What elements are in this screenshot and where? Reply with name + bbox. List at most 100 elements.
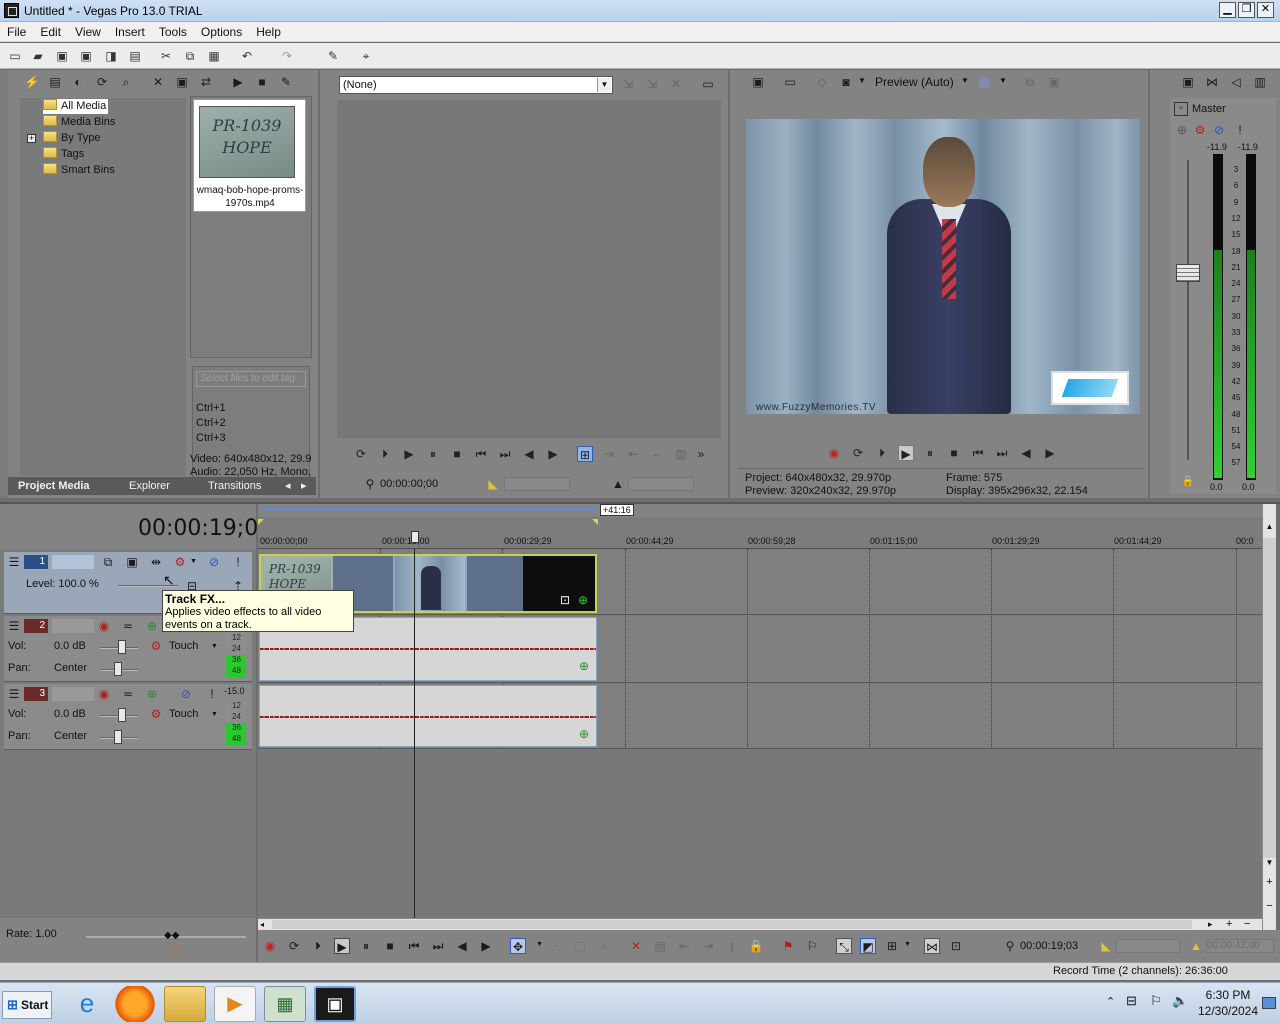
master-solo-icon[interactable]: ǃ bbox=[1232, 122, 1248, 138]
track-name-field[interactable] bbox=[52, 687, 94, 701]
project-properties-icon[interactable]: ▣ bbox=[750, 74, 766, 90]
main-go-start-icon[interactable]: ⏮ bbox=[406, 938, 422, 954]
playhead-handle[interactable] bbox=[411, 531, 419, 543]
tab-scroll-left-icon[interactable]: ◂ bbox=[285, 478, 291, 494]
import-media-icon[interactable]: ⚡ bbox=[24, 74, 40, 90]
preview-pause-icon[interactable]: ⏸ bbox=[922, 445, 938, 461]
downmix-icon[interactable]: ⋈ bbox=[1204, 74, 1220, 90]
menu-help[interactable]: Help bbox=[249, 22, 288, 40]
tools-dropdown-icon[interactable]: ✎ bbox=[278, 74, 294, 90]
vegas-app-icon[interactable] bbox=[4, 3, 19, 18]
auto-ripple-icon[interactable]: ⤡ bbox=[836, 938, 852, 954]
menu-edit[interactable]: Edit bbox=[33, 22, 68, 40]
vol-knob[interactable] bbox=[118, 640, 126, 654]
auto-preview-icon[interactable]: ⇄ bbox=[198, 74, 214, 90]
tab-scroll-right-icon[interactable]: ▸ bbox=[301, 478, 307, 494]
task-manager-icon[interactable]: ▦ bbox=[264, 986, 306, 1022]
remove-icon[interactable]: ✕ bbox=[150, 74, 166, 90]
mode-chevron-icon[interactable]: ▼ bbox=[211, 643, 218, 650]
preview-prev-frame-icon[interactable]: ◀ bbox=[1018, 445, 1034, 461]
file-explorer-icon[interactable] bbox=[164, 986, 206, 1022]
video-fx-icon[interactable]: ◇ bbox=[814, 74, 830, 90]
hscroll-right-icon[interactable]: ▸ bbox=[1208, 919, 1213, 930]
vscroll-thumb[interactable] bbox=[1263, 538, 1276, 858]
add-end-icon[interactable]: ⇥ bbox=[601, 446, 617, 462]
add-before-icon[interactable]: ⇤ bbox=[625, 446, 641, 462]
play-from-start-icon[interactable]: ⏵ bbox=[377, 446, 393, 462]
mute-icon[interactable]: ⊘ bbox=[178, 686, 194, 702]
zoom-in-icon[interactable]: + bbox=[1263, 876, 1276, 890]
event-pan-crop-icon[interactable]: ⊡ bbox=[557, 592, 573, 608]
get-media-web-icon[interactable]: ◐ bbox=[70, 74, 86, 90]
go-to-start-icon[interactable]: ⏮ bbox=[473, 446, 489, 462]
automation-mode-icon[interactable]: ⚙ bbox=[148, 638, 164, 654]
volume-icon[interactable]: 🔈 bbox=[1172, 993, 1188, 1009]
overlays-chevron-icon[interactable]: ▼ bbox=[999, 76, 1007, 85]
trim-end-icon[interactable]: ⇥ bbox=[700, 938, 716, 954]
master-mute-icon[interactable]: ⊘ bbox=[1211, 122, 1227, 138]
ie-icon[interactable]: e bbox=[66, 986, 108, 1022]
trimmer-display[interactable] bbox=[337, 100, 721, 438]
cursor-time-display[interactable]: 00:00:19;03 bbox=[138, 516, 272, 541]
menu-insert[interactable]: Insert bbox=[108, 22, 152, 40]
main-prev-frame-icon[interactable]: ◀ bbox=[454, 938, 470, 954]
event-fx-icon[interactable]: ⊕ bbox=[576, 658, 592, 674]
start-button[interactable]: ⊞ Start bbox=[2, 991, 52, 1019]
scroll-down-icon[interactable]: ▼ bbox=[1263, 858, 1276, 872]
track-fx-chevron-icon[interactable]: ▼ bbox=[190, 558, 197, 565]
action-center-flag-icon[interactable]: ⚐ bbox=[1150, 993, 1162, 1009]
insert-region-icon[interactable]: ⚐ bbox=[804, 938, 820, 954]
track-fx-icon[interactable]: ⚙ bbox=[172, 554, 188, 570]
trimmer-combo[interactable]: (None) ▼ bbox=[339, 76, 613, 94]
pan-knob[interactable] bbox=[114, 730, 122, 744]
main-stop-icon[interactable]: ■ bbox=[382, 938, 398, 954]
render-icon[interactable]: ◨ bbox=[102, 47, 120, 65]
preview-next-frame-icon[interactable]: ▶ bbox=[1042, 445, 1058, 461]
dim-output-icon[interactable]: ◁ bbox=[1228, 74, 1244, 90]
stop-icon[interactable]: ■ bbox=[449, 446, 465, 462]
add-to-timeline-button-icon[interactable]: ⊞ bbox=[577, 446, 593, 462]
save-icon[interactable]: ▣ bbox=[53, 47, 71, 65]
overlays-icon[interactable]: ▦ bbox=[976, 74, 992, 90]
copy-snapshot-icon[interactable]: ⧉ bbox=[1022, 74, 1038, 90]
prev-frame-icon[interactable]: ◀ bbox=[521, 446, 537, 462]
split-icon[interactable]: ⫲ bbox=[724, 938, 740, 954]
main-pause-icon[interactable]: ⏸ bbox=[358, 938, 374, 954]
main-go-end-icon[interactable]: ⏭ bbox=[430, 938, 446, 954]
save-as-icon[interactable]: ▣ bbox=[77, 47, 95, 65]
master-properties-icon[interactable]: ▫ bbox=[1174, 102, 1188, 116]
expand-icon[interactable]: + bbox=[27, 134, 36, 143]
solo-icon[interactable]: ǃ bbox=[204, 686, 220, 702]
normal-edit-tool-icon[interactable]: ✥ bbox=[510, 938, 526, 954]
main-play-icon[interactable]: ▶ bbox=[334, 938, 350, 954]
track-collapse-icon[interactable]: ☰ bbox=[6, 618, 22, 634]
tag-input[interactable]: Select files to edit tag bbox=[196, 371, 306, 387]
loop-end-marker[interactable] bbox=[592, 519, 598, 525]
more-icon[interactable]: » bbox=[693, 446, 709, 462]
marker-bar[interactable]: +41:16 bbox=[258, 504, 1262, 517]
external-monitor-icon[interactable]: ▭ bbox=[782, 74, 798, 90]
grouping-chevron-icon[interactable]: ▼ bbox=[904, 941, 911, 948]
network-icon[interactable]: ⊟ bbox=[1126, 993, 1137, 1009]
lock-icon[interactable]: 🔒 bbox=[748, 938, 764, 954]
timeline-hscroll[interactable]: ◂ ▸ + − bbox=[258, 918, 1262, 930]
make-compositing-child-icon[interactable]: ▣ bbox=[124, 554, 140, 570]
timeline-ruler[interactable]: 00:00:00;00 00:00:15;00 00:00:29;29 00:0… bbox=[258, 517, 1262, 549]
track-name-field[interactable] bbox=[52, 619, 94, 633]
hscroll-thumb[interactable] bbox=[272, 920, 1192, 929]
add-to-timeline-icon[interactable]: ⇲ bbox=[620, 76, 636, 92]
master-lock-icon[interactable]: 🔒 bbox=[1180, 474, 1196, 490]
main-next-frame-icon[interactable]: ▶ bbox=[478, 938, 494, 954]
automation-mode[interactable]: Touch bbox=[169, 640, 198, 652]
zoom-tool-icon[interactable]: ⌕ bbox=[596, 938, 612, 954]
track-fx-icon[interactable]: ⊕ bbox=[144, 686, 160, 702]
track-motion-icon[interactable]: ⇹ bbox=[148, 554, 164, 570]
rate-knob-icon[interactable]: ◆◆ bbox=[164, 930, 179, 941]
main-record-icon[interactable]: ◉ bbox=[262, 938, 278, 954]
preview-play-icon[interactable]: ▶ bbox=[898, 445, 914, 461]
media-fx-icon[interactable]: ▣ bbox=[174, 74, 190, 90]
clock-time[interactable]: 6:30 PM bbox=[1198, 988, 1258, 1002]
show-hidden-icons-icon[interactable]: ⌃ bbox=[1106, 995, 1115, 1008]
trim-start-icon[interactable]: ⇤ bbox=[676, 938, 692, 954]
show-desktop-icon[interactable] bbox=[1262, 997, 1276, 1009]
